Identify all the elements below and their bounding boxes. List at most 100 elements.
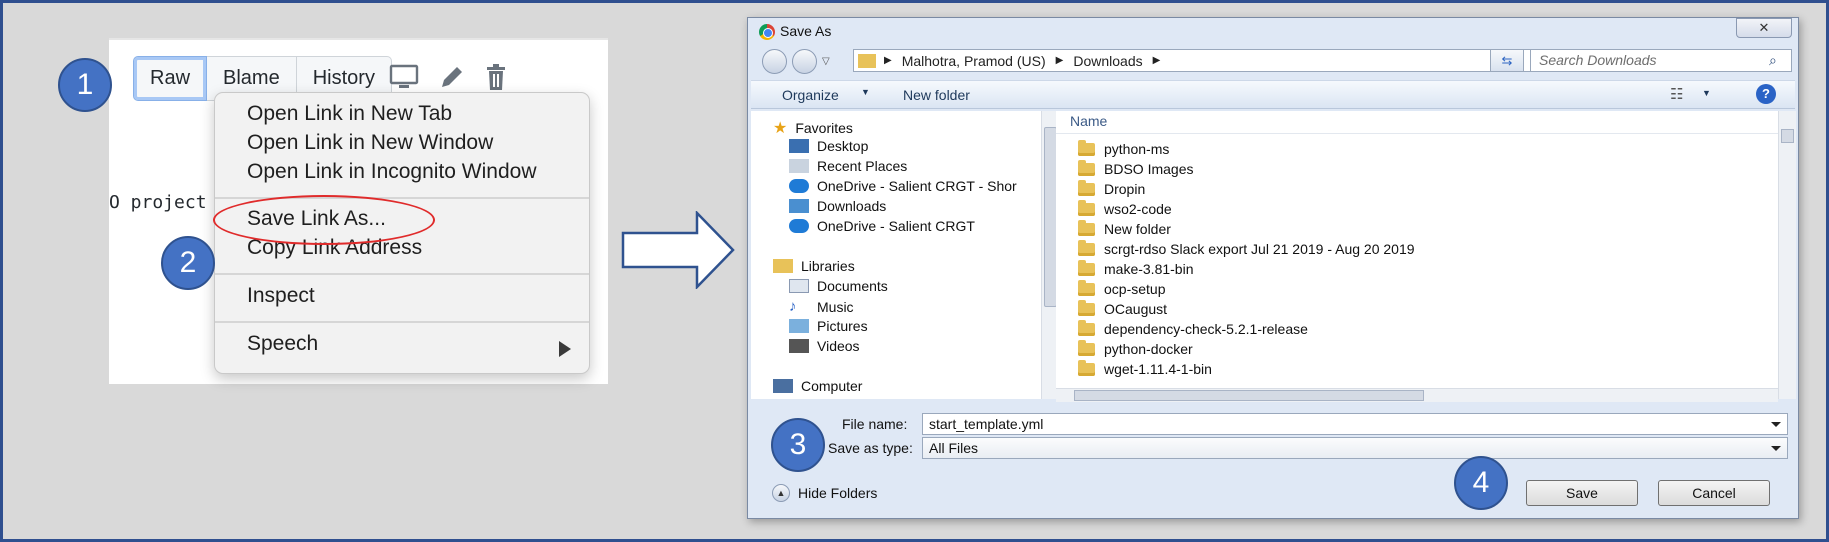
forward-button[interactable] — [792, 49, 817, 74]
downloads-icon — [789, 199, 809, 213]
organize-button[interactable]: Organize — [782, 87, 839, 103]
address-bar[interactable]: ▶ Malhotra, Pramod (US) ▶ Downloads ▶ ▼ — [853, 49, 1533, 72]
pictures-icon — [789, 319, 809, 333]
file-row[interactable]: scrgt-rdso Slack export Jul 21 2019 - Au… — [1078, 239, 1415, 257]
file-row[interactable]: python-ms — [1078, 139, 1169, 157]
nav-item-label: Videos — [817, 338, 860, 354]
refresh-button[interactable]: ⇆ — [1490, 49, 1524, 72]
nav-videos[interactable]: Videos — [789, 338, 860, 354]
file-row[interactable]: OCaugust — [1078, 299, 1167, 317]
folder-icon — [1078, 259, 1095, 276]
file-row[interactable]: python-docker — [1078, 339, 1193, 357]
help-icon[interactable]: ? — [1756, 84, 1776, 104]
folder-icon — [1078, 159, 1095, 176]
nav-item-label: Recent Places — [817, 158, 908, 174]
pencil-icon[interactable] — [437, 62, 467, 92]
breadcrumb-user[interactable]: Malhotra, Pramod (US) — [902, 53, 1046, 69]
search-input[interactable]: Search Downloads — [1530, 49, 1792, 72]
nav-onedrive[interactable]: OneDrive - Salient CRGT — [789, 218, 975, 234]
menu-inspect[interactable]: Inspect — [247, 284, 315, 308]
file-name-label: wget-1.11.4-1-bin — [1104, 361, 1212, 377]
file-name-label: New folder — [1104, 221, 1171, 237]
raw-button[interactable]: Raw — [133, 56, 208, 101]
step-badge-4: 4 — [1454, 456, 1508, 510]
file-name-label: make-3.81-bin — [1104, 261, 1194, 277]
recent-dropdown-icon[interactable]: ▽ — [822, 49, 834, 74]
folder-icon — [1078, 319, 1095, 336]
menu-open-new-window[interactable]: Open Link in New Window — [247, 131, 493, 155]
view-options-icon[interactable]: ☷ — [1670, 85, 1683, 103]
onedrive-icon — [789, 219, 809, 233]
close-button[interactable]: ✕ — [1736, 18, 1792, 38]
folder-icon — [1078, 219, 1095, 236]
file-list-pane: Name python-ms BDSO Images Dropin wso2-code… — [1056, 111, 1796, 399]
chevron-down-icon[interactable] — [1771, 422, 1781, 427]
save-type-select[interactable]: All Files — [922, 437, 1788, 459]
chrome-icon — [759, 24, 775, 40]
nav-pictures[interactable]: Pictures — [789, 318, 868, 334]
chevron-down-icon[interactable]: ▼ — [1702, 88, 1711, 98]
file-name-label: dependency-check-5.2.1-release — [1104, 321, 1308, 337]
file-row[interactable]: BDSO Images — [1078, 159, 1193, 177]
file-row[interactable]: Dropin — [1078, 179, 1145, 197]
nav-recent-places[interactable]: Recent Places — [789, 158, 907, 174]
nav-documents[interactable]: Documents — [789, 278, 888, 294]
file-name-label: wso2-code — [1104, 201, 1172, 217]
chevron-right-icon: ▶ — [884, 55, 892, 66]
cancel-button[interactable]: Cancel — [1658, 480, 1770, 506]
file-row[interactable]: ocp-setup — [1078, 279, 1166, 297]
file-name-label: ocp-setup — [1104, 281, 1166, 297]
new-folder-button[interactable]: New folder — [903, 87, 970, 103]
music-icon: ♪ — [789, 298, 797, 315]
file-name-field[interactable]: start_template.yml — [922, 413, 1788, 435]
folder-icon — [1078, 139, 1095, 156]
menu-open-new-tab[interactable]: Open Link in New Tab — [247, 102, 452, 126]
menu-open-incognito[interactable]: Open Link in Incognito Window — [247, 160, 537, 184]
menu-speech[interactable]: Speech — [247, 332, 318, 356]
back-button[interactable] — [762, 49, 787, 74]
nav-libraries[interactable]: Libraries — [773, 258, 855, 274]
scrollbar-thumb[interactable] — [1781, 129, 1794, 143]
file-row[interactable]: make-3.81-bin — [1078, 259, 1194, 277]
desktop-icon[interactable] — [389, 62, 419, 92]
submenu-arrow-icon — [559, 341, 571, 357]
menu-separator — [215, 321, 589, 323]
save-button[interactable]: Save — [1526, 480, 1638, 506]
file-row[interactable]: wso2-code — [1078, 199, 1172, 217]
file-name-label: scrgt-rdso Slack export Jul 21 2019 - Au… — [1104, 241, 1415, 257]
menu-separator — [215, 273, 589, 275]
column-header-name[interactable]: Name — [1070, 113, 1107, 129]
file-row[interactable]: dependency-check-5.2.1-release — [1078, 319, 1308, 337]
folder-icon — [1078, 199, 1095, 216]
dialog-title: Save As — [780, 23, 832, 39]
nav-desktop[interactable]: Desktop — [789, 138, 868, 154]
nav-downloads[interactable]: Downloads — [789, 198, 886, 214]
nav-item-label: Documents — [817, 278, 888, 294]
nav-favorites[interactable]: ★ Favorites — [773, 118, 853, 138]
nav-computer[interactable]: Computer — [773, 378, 862, 394]
trash-icon[interactable] — [481, 62, 511, 92]
folder-icon — [1078, 339, 1095, 356]
hide-folders-button[interactable]: Hide Folders — [798, 485, 877, 501]
files-scrollbar[interactable] — [1778, 111, 1796, 399]
file-row[interactable]: wget-1.11.4-1-bin — [1078, 359, 1212, 377]
files-hscrollbar[interactable] — [1056, 388, 1778, 402]
nav-music[interactable]: ♪ Music — [789, 298, 854, 315]
nav-favorites-label: Favorites — [795, 120, 853, 136]
folder-icon — [1078, 239, 1095, 256]
scrollbar-thumb[interactable] — [1074, 390, 1424, 401]
nav-computer-label: Computer — [801, 378, 863, 394]
chevron-down-icon[interactable] — [1771, 446, 1781, 451]
search-icon[interactable]: ⌕ — [1769, 52, 1777, 69]
file-row[interactable]: New folder — [1078, 219, 1171, 237]
flow-arrow-icon — [621, 211, 735, 289]
step-badge-2: 2 — [161, 236, 215, 290]
save-type-value: All Files — [929, 440, 979, 456]
breadcrumb-downloads[interactable]: Downloads — [1073, 53, 1142, 69]
save-link-highlight-ellipse — [213, 195, 435, 245]
save-type-label: Save as type: — [828, 440, 913, 456]
chevron-up-icon[interactable]: ▲ — [772, 484, 790, 502]
nav-item-label: Desktop — [817, 138, 869, 154]
nav-item-label: Music — [817, 298, 854, 315]
nav-onedrive-shor[interactable]: OneDrive - Salient CRGT - Shor — [789, 178, 1017, 194]
